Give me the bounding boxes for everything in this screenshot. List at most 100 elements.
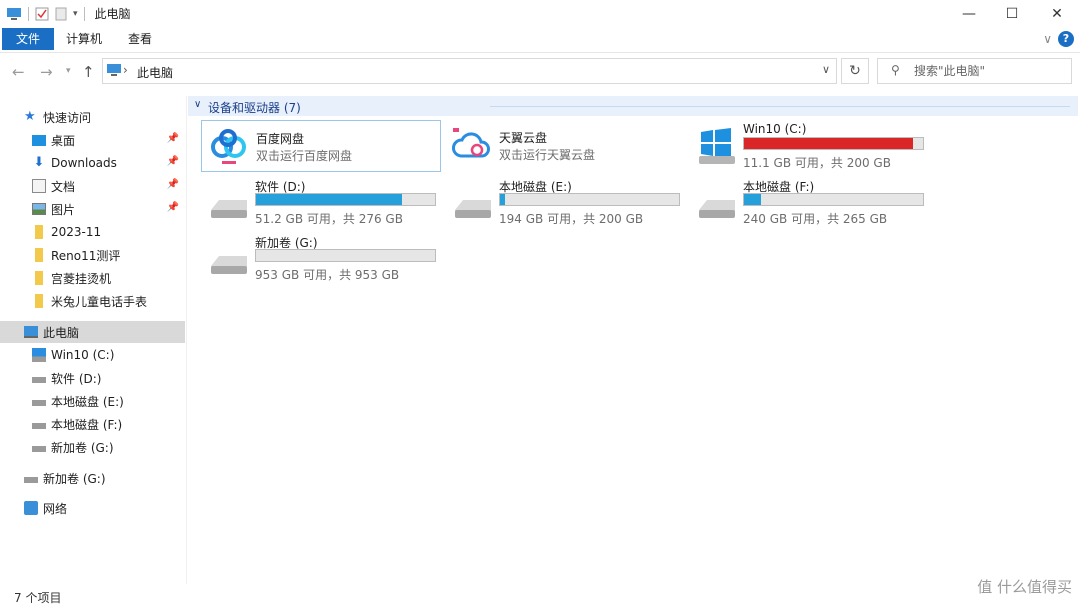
capacity-bar-fill <box>744 194 761 205</box>
back-button[interactable]: ← <box>12 63 25 81</box>
drive-icon <box>32 423 46 429</box>
watermark: 值 什么值得买 <box>977 578 1072 596</box>
capacity-bar <box>743 137 924 150</box>
document-icon <box>32 179 46 193</box>
title-separator-2 <box>83 6 85 21</box>
item-drive-d[interactable]: 软件 (D:) 51.2 GB 可用，共 276 GB <box>201 176 441 228</box>
capacity-bar <box>255 249 436 262</box>
drive-icon <box>455 200 491 218</box>
pin-icon[interactable]: 📌 <box>167 202 179 213</box>
navigation-bar: ← → ▾ ↑ › 此电脑 ∨ ↻ ⚲ <box>0 56 1080 88</box>
sidebar-item-downloads[interactable]: ⬇ Downloads 📌 <box>0 152 185 174</box>
item-description: 240 GB 可用，共 265 GB <box>743 212 888 226</box>
drive-icon <box>32 446 46 452</box>
drive-icon <box>32 377 46 383</box>
title-separator <box>28 6 29 21</box>
chevron-down-icon[interactable]: ∨ <box>194 99 201 110</box>
sidebar-quick-access[interactable]: ★ 快速访问 <box>0 106 185 128</box>
item-description: 51.2 GB 可用，共 276 GB <box>255 212 403 226</box>
sidebar-item-desktop[interactable]: 桌面 📌 <box>0 129 185 151</box>
network-icon <box>24 501 38 515</box>
ribbon-expand-icon[interactable]: ∨ <box>1043 32 1052 46</box>
item-name: Win10 (C:) <box>743 122 807 136</box>
capacity-bar <box>499 193 680 206</box>
tab-computer[interactable]: 计算机 <box>62 28 106 50</box>
refresh-button[interactable]: ↻ <box>841 58 869 84</box>
pin-icon[interactable]: 📌 <box>167 179 179 190</box>
item-description: 194 GB 可用，共 200 GB <box>499 212 644 226</box>
windows-drive-icon <box>699 128 735 164</box>
quick-toolbar-dropdown-icon[interactable]: ▾ <box>73 9 78 19</box>
drive-icon <box>211 256 247 274</box>
pin-icon[interactable]: 📌 <box>167 133 179 144</box>
sidebar-item-drive-g[interactable]: 新加卷 (G:) <box>0 436 185 458</box>
address-dropdown-icon[interactable]: ∨ <box>822 63 830 76</box>
up-button[interactable]: ↑ <box>82 63 95 81</box>
title-bar: ▾ 此电脑 — ☐ ✕ <box>0 0 1080 28</box>
close-button[interactable]: ✕ <box>1034 0 1080 28</box>
breadcrumb[interactable]: 此电脑 <box>137 64 173 81</box>
pane-divider[interactable] <box>186 96 187 584</box>
sidebar-item-folder-2023-11[interactable]: 2023-11 <box>0 221 185 243</box>
item-drive-e[interactable]: 本地磁盘 (E:) 194 GB 可用，共 200 GB <box>445 176 685 228</box>
window-title: 此电脑 <box>94 7 131 21</box>
capacity-bar <box>743 193 924 206</box>
tab-view[interactable]: 查看 <box>122 28 158 50</box>
item-name: 百度网盘 <box>256 132 305 146</box>
item-tianyi-cloud[interactable]: 天翼云盘 双击运行天翼云盘 <box>445 120 685 172</box>
address-bar[interactable]: › 此电脑 ∨ <box>102 58 837 84</box>
tianyi-cloud-icon <box>452 128 490 158</box>
this-pc-icon <box>7 7 21 20</box>
forward-button[interactable]: → <box>40 63 53 81</box>
breadcrumb-chevron-icon[interactable]: › <box>123 63 128 77</box>
folder-icon <box>35 271 43 285</box>
sidebar-item-documents[interactable]: 文档 📌 <box>0 175 185 197</box>
drive-icon <box>32 400 46 406</box>
desktop-icon <box>32 134 46 146</box>
drive-icon <box>211 200 247 218</box>
help-icon[interactable]: ? <box>1058 31 1074 47</box>
folder-icon <box>35 248 43 262</box>
properties-icon[interactable] <box>35 7 49 21</box>
item-name: 天翼云盘 <box>499 131 548 145</box>
windows-drive-icon <box>32 348 46 362</box>
minimize-button[interactable]: — <box>946 0 992 28</box>
capacity-bar-fill <box>744 138 913 149</box>
capacity-bar-fill <box>500 194 506 205</box>
star-icon: ★ <box>24 109 36 124</box>
tab-file[interactable]: 文件 <box>2 28 54 50</box>
recent-locations-icon[interactable]: ▾ <box>66 66 71 76</box>
drive-icon <box>699 200 735 218</box>
item-drive-g[interactable]: 新加卷 (G:) 953 GB 可用，共 953 GB <box>201 232 441 284</box>
item-description: 11.1 GB 可用，共 200 GB <box>743 156 891 170</box>
item-drive-c[interactable]: Win10 (C:) 11.1 GB 可用，共 200 GB <box>689 120 929 172</box>
sidebar-item-pictures[interactable]: 图片 📌 <box>0 198 185 220</box>
search-input[interactable] <box>914 62 1064 80</box>
picture-icon <box>32 203 46 215</box>
sidebar-item-drive-c[interactable]: Win10 (C:) <box>0 344 185 366</box>
navigation-pane: ★ 快速访问 桌面 📌 ⬇ Downloads 📌 文档 📌 图片 📌 2023… <box>0 100 186 585</box>
item-description: 双击运行天翼云盘 <box>499 148 596 162</box>
group-line <box>490 106 1070 107</box>
group-header[interactable]: ∨ 设备和驱动器 (7) <box>188 96 1078 116</box>
sidebar-item-network[interactable]: 网络 <box>0 497 185 519</box>
sidebar-item-drive-d[interactable]: 软件 (D:) <box>0 367 185 389</box>
new-folder-icon[interactable] <box>55 7 67 21</box>
sidebar-item-folder-watch[interactable]: 米兔儿童电话手表 <box>0 290 185 312</box>
pin-icon[interactable]: 📌 <box>167 156 179 167</box>
group-title: 设备和驱动器 (7) <box>208 101 301 115</box>
maximize-button[interactable]: ☐ <box>989 0 1035 28</box>
folder-icon <box>35 294 43 308</box>
drive-icon <box>24 477 38 483</box>
sidebar-item-volume-g[interactable]: 新加卷 (G:) <box>0 467 185 489</box>
sidebar-item-drive-e[interactable]: 本地磁盘 (E:) <box>0 390 185 412</box>
item-drive-f[interactable]: 本地磁盘 (F:) 240 GB 可用，共 265 GB <box>689 176 929 228</box>
search-box[interactable]: ⚲ <box>877 58 1072 84</box>
sidebar-item-folder-steamer[interactable]: 宫菱挂烫机 <box>0 267 185 289</box>
item-description: 953 GB 可用，共 953 GB <box>255 268 400 282</box>
sidebar-item-this-pc[interactable]: 此电脑 <box>0 321 185 343</box>
item-baidu-netdisk[interactable]: 百度网盘 双击运行百度网盘 <box>201 120 441 172</box>
search-icon: ⚲ <box>891 63 900 77</box>
sidebar-item-drive-f[interactable]: 本地磁盘 (F:) <box>0 413 185 435</box>
sidebar-item-folder-reno11[interactable]: Reno11测评 <box>0 244 185 266</box>
